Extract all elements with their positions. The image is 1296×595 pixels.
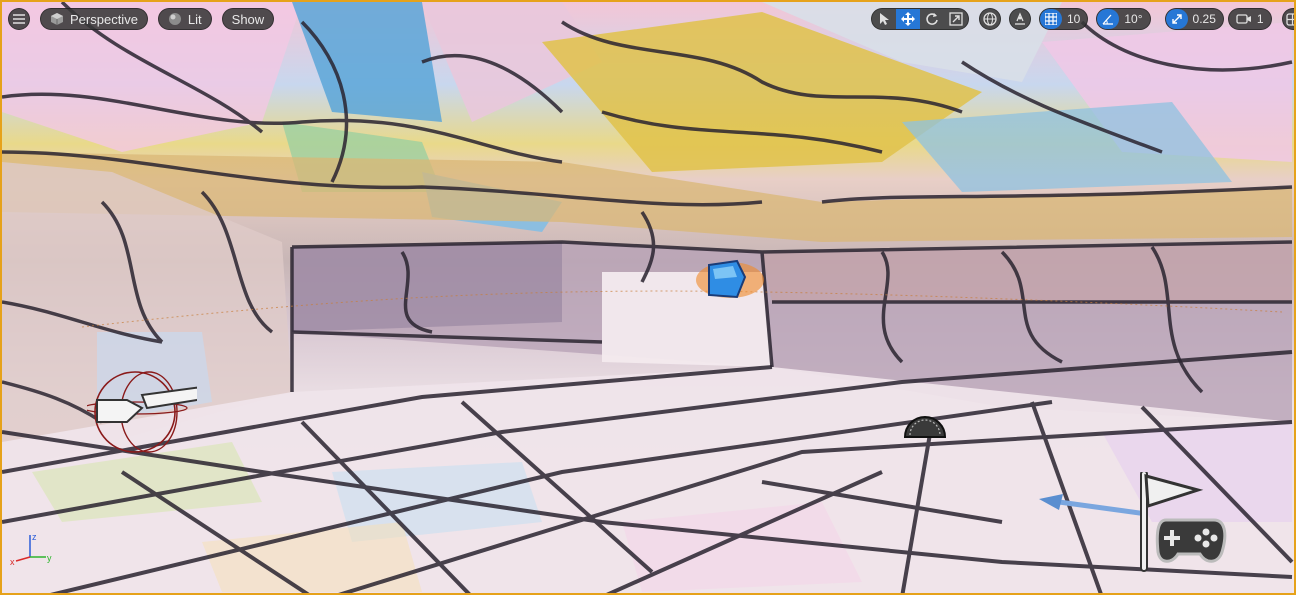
scale-icon <box>949 12 963 26</box>
lit-label: Lit <box>187 11 202 27</box>
transform-tools <box>871 8 969 30</box>
grid-snap-toggle[interactable] <box>1040 9 1062 29</box>
angle-icon <box>1102 13 1114 25</box>
viewport-right-toolbar: 10 10° 0.25 1 <box>871 7 1294 31</box>
grid-icon <box>1045 13 1057 25</box>
hamburger-icon <box>13 14 25 24</box>
scale-snap-value[interactable]: 0.25 <box>1188 12 1223 26</box>
reflection-capture-icon[interactable] <box>902 407 948 439</box>
lit-button[interactable]: Lit <box>157 8 212 30</box>
show-button[interactable]: Show <box>221 8 275 30</box>
grid-snap-value[interactable]: 10 <box>1062 12 1087 26</box>
scale-arrow-icon <box>1171 13 1183 25</box>
globe-icon <box>983 12 997 26</box>
select-arrow-icon <box>878 12 890 26</box>
viewport-left-toolbar: Perspective Lit Show <box>8 7 275 31</box>
light-actor-icon[interactable] <box>87 370 197 460</box>
sphere-icon <box>168 12 182 26</box>
cube-icon <box>50 12 64 26</box>
move-tool-button[interactable] <box>896 9 920 29</box>
camera-icon <box>1236 13 1252 25</box>
grid-snap-control[interactable]: 10 <box>1039 8 1089 30</box>
scale-snap-toggle[interactable] <box>1165 9 1188 29</box>
rotate-icon <box>925 12 939 26</box>
world-local-toggle[interactable] <box>979 8 1001 30</box>
scale-snap-control[interactable]: 0.25 <box>1164 8 1224 30</box>
axis-indicator: z y x <box>10 532 52 567</box>
show-label: Show <box>231 11 265 27</box>
selected-actor[interactable] <box>695 257 765 303</box>
svg-text:z: z <box>32 532 37 542</box>
rotation-snap-value[interactable]: 10° <box>1119 12 1149 26</box>
perspective-button[interactable]: Perspective <box>40 8 148 30</box>
svg-text:y: y <box>47 553 52 563</box>
perspective-label: Perspective <box>70 11 138 27</box>
move-icon <box>901 12 915 26</box>
level-viewport[interactable]: z y x Perspective Lit Show 10 10° 0.25 1 <box>0 0 1296 595</box>
surface-snap-button[interactable] <box>1009 8 1031 30</box>
rotate-tool-button[interactable] <box>920 9 944 29</box>
camera-speed-value[interactable]: 1 <box>1252 12 1271 26</box>
rotation-snap-control[interactable]: 10° <box>1096 8 1151 30</box>
maximize-layout-icon <box>1286 12 1294 26</box>
camera-speed-control[interactable]: 1 <box>1227 8 1272 30</box>
surface-snap-icon <box>1013 12 1027 26</box>
select-tool-button[interactable] <box>872 9 896 29</box>
player-start-icon[interactable] <box>1138 472 1243 572</box>
viewport-layout-button[interactable] <box>1281 8 1294 30</box>
rotation-snap-toggle[interactable] <box>1097 9 1120 29</box>
viewport-menu-button[interactable] <box>8 8 30 30</box>
scale-tool-button[interactable] <box>944 9 968 29</box>
svg-text:x: x <box>10 557 15 567</box>
